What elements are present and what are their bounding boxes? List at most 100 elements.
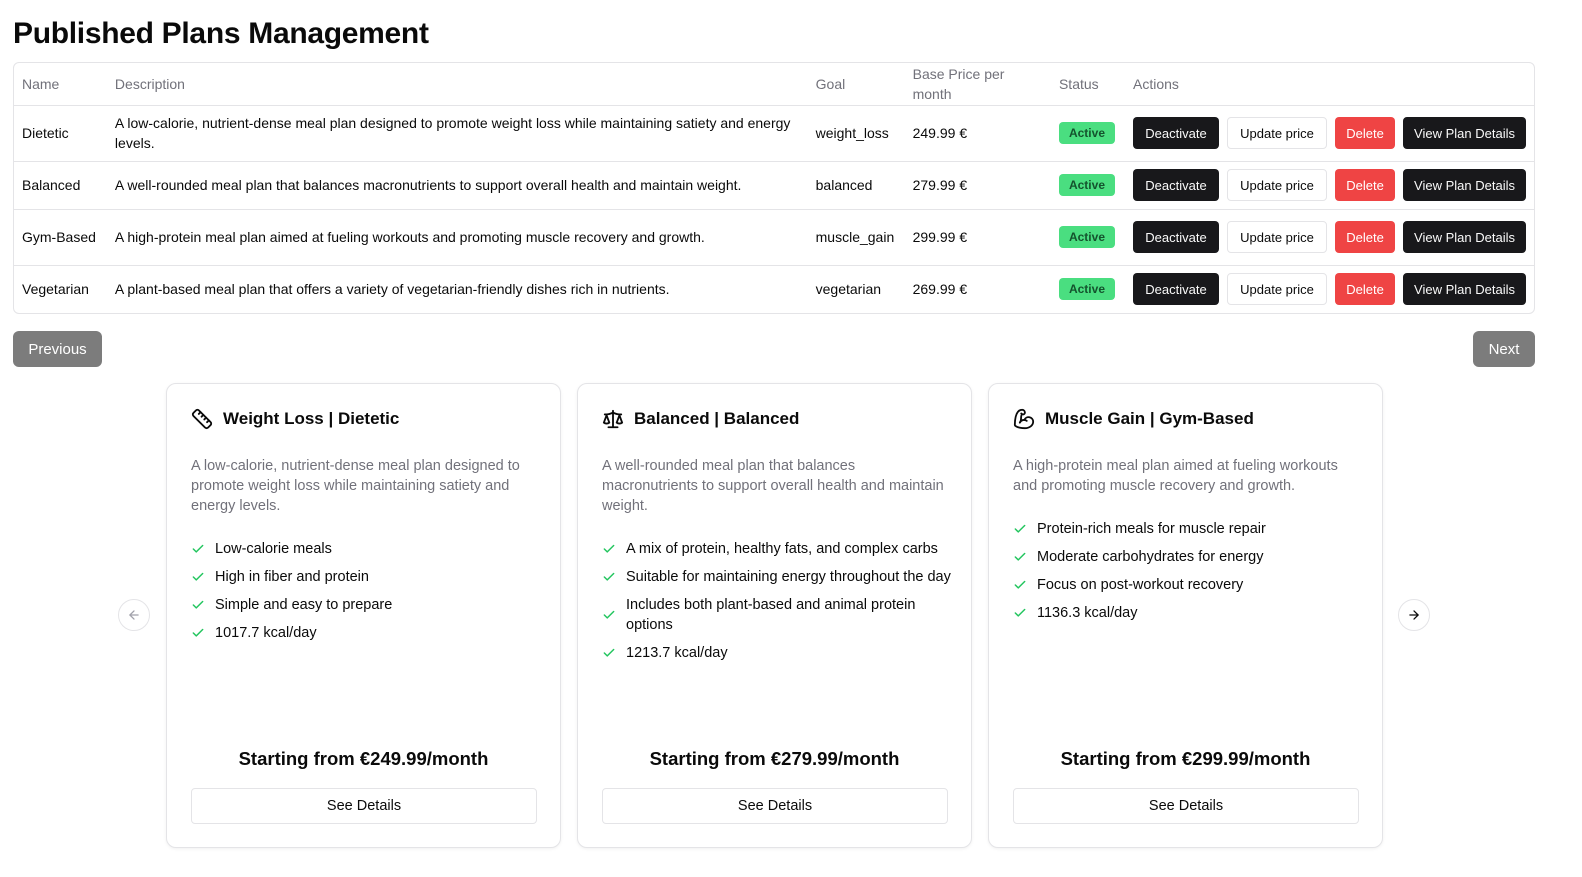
view-plan-details-button[interactable]: View Plan Details bbox=[1403, 221, 1526, 253]
carousel-next-button[interactable] bbox=[1398, 599, 1430, 631]
header-name: Name bbox=[22, 75, 60, 92]
card-header: Balanced | Balanced bbox=[602, 408, 799, 430]
status-badge: Active bbox=[1058, 226, 1115, 248]
delete-button[interactable]: Delete bbox=[1335, 273, 1395, 306]
delete-button[interactable]: Delete bbox=[1335, 117, 1395, 149]
table-row: Gym-Based A high-protein meal plan aimed… bbox=[14, 209, 1534, 265]
header-status: Status bbox=[1058, 75, 1099, 92]
feature-text: 1136.3 kcal/day bbox=[1037, 605, 1138, 621]
feature-text: A mix of protein, healthy fats, and comp… bbox=[626, 541, 938, 557]
cell-goal: muscle_gain bbox=[815, 229, 895, 245]
card-description: A high-protein meal plan aimed at fuelin… bbox=[1013, 458, 1338, 494]
cell-goal: vegetarian bbox=[815, 281, 882, 298]
view-plan-details-button[interactable]: View Plan Details bbox=[1403, 273, 1526, 306]
cell-price: 249.99 € bbox=[912, 125, 968, 141]
update-price-button[interactable]: Update price bbox=[1227, 221, 1327, 253]
deactivate-button[interactable]: Deactivate bbox=[1133, 169, 1219, 201]
check-icon bbox=[1013, 522, 1027, 536]
feature-item: Moderate carbohydrates for energy bbox=[1013, 547, 1363, 567]
cell-goal: weight_loss bbox=[815, 125, 889, 141]
deactivate-button[interactable]: Deactivate bbox=[1133, 221, 1219, 253]
feature-text: 1213.7 kcal/day bbox=[626, 645, 728, 661]
plan-card: Balanced | Balanced A well-rounded meal … bbox=[577, 383, 972, 848]
check-icon bbox=[1013, 606, 1027, 620]
feature-item: Simple and easy to prepare bbox=[191, 595, 541, 615]
feature-list: A mix of protein, healthy fats, and comp… bbox=[602, 539, 952, 671]
previous-button[interactable]: Previous bbox=[13, 331, 102, 367]
card-description: A low-calorie, nutrient-dense meal plan … bbox=[191, 458, 520, 514]
feature-list: Low-calorie meals High in fiber and prot… bbox=[191, 539, 541, 651]
status-badge: Active bbox=[1058, 122, 1115, 144]
view-plan-details-button[interactable]: View Plan Details bbox=[1403, 117, 1526, 149]
see-details-button[interactable]: See Details bbox=[1013, 788, 1359, 824]
update-price-button[interactable]: Update price bbox=[1227, 117, 1327, 149]
cell-name: Dietetic bbox=[22, 125, 69, 141]
card-description: A well-rounded meal plan that balances m… bbox=[602, 458, 944, 514]
update-price-button[interactable]: Update price bbox=[1227, 273, 1327, 306]
check-icon bbox=[191, 626, 205, 640]
deactivate-button[interactable]: Deactivate bbox=[1133, 117, 1219, 149]
plan-card: Muscle Gain | Gym-Based A high-protein m… bbox=[988, 383, 1383, 848]
check-icon bbox=[191, 598, 205, 612]
view-plan-details-button[interactable]: View Plan Details bbox=[1403, 169, 1526, 201]
cell-name: Gym-Based bbox=[22, 229, 96, 245]
update-price-button[interactable]: Update price bbox=[1227, 169, 1327, 201]
plan-card: Weight Loss | Dietetic A low-calorie, nu… bbox=[166, 383, 561, 848]
feature-item: 1136.3 kcal/day bbox=[1013, 603, 1363, 623]
cell-goal: balanced bbox=[815, 177, 873, 193]
delete-button[interactable]: Delete bbox=[1335, 169, 1395, 201]
feature-item: A mix of protein, healthy fats, and comp… bbox=[602, 539, 952, 559]
feature-text: Low-calorie meals bbox=[215, 541, 332, 557]
check-icon bbox=[1013, 550, 1027, 564]
page-title: Published Plans Management bbox=[13, 17, 429, 50]
check-icon bbox=[602, 542, 616, 556]
deactivate-button[interactable]: Deactivate bbox=[1133, 273, 1219, 306]
check-icon bbox=[191, 570, 205, 584]
check-icon bbox=[602, 570, 616, 584]
card-title: Muscle Gain | Gym-Based bbox=[1045, 409, 1254, 428]
status-badge: Active bbox=[1058, 174, 1115, 196]
carousel-prev-button[interactable] bbox=[118, 599, 150, 631]
status-badge: Active bbox=[1058, 278, 1115, 301]
feature-text: 1017.7 kcal/day bbox=[215, 625, 317, 641]
feature-item: Includes both plant-based and animal pro… bbox=[602, 595, 952, 635]
cell-description: A high-protein meal plan aimed at fuelin… bbox=[114, 229, 705, 245]
feature-list: Protein-rich meals for muscle repair Mod… bbox=[1013, 519, 1363, 631]
plans-table: Name Description Goal Base Price per mon… bbox=[13, 62, 1535, 314]
cell-name: Balanced bbox=[22, 177, 81, 193]
card-price: Starting from €299.99/month bbox=[1060, 748, 1311, 769]
feature-text: Suitable for maintaining energy througho… bbox=[626, 569, 951, 585]
see-details-button[interactable]: See Details bbox=[191, 788, 537, 824]
cell-price: 279.99 € bbox=[912, 177, 968, 193]
card-title: Weight Loss | Dietetic bbox=[223, 409, 400, 428]
check-icon bbox=[191, 542, 205, 556]
delete-button[interactable]: Delete bbox=[1335, 221, 1395, 253]
header-description: Description bbox=[114, 75, 185, 92]
biceps-icon bbox=[1013, 408, 1035, 430]
card-price: Starting from €279.99/month bbox=[649, 748, 900, 769]
feature-item: High in fiber and protein bbox=[191, 567, 541, 587]
feature-text: Simple and easy to prepare bbox=[215, 597, 393, 613]
arrow-right-icon bbox=[1409, 610, 1419, 620]
scale-icon bbox=[602, 408, 624, 430]
header-price: Base Price per month bbox=[912, 65, 1005, 102]
cell-name: Vegetarian bbox=[22, 281, 89, 298]
card-title: Balanced | Balanced bbox=[634, 409, 800, 428]
cell-price: 299.99 € bbox=[912, 229, 968, 245]
feature-text: Moderate carbohydrates for energy bbox=[1037, 549, 1264, 565]
ruler-icon bbox=[191, 408, 213, 430]
check-icon bbox=[602, 646, 616, 660]
cell-description: A plant-based meal plan that offers a va… bbox=[114, 281, 670, 298]
cell-description: A low-calorie, nutrient-dense meal plan … bbox=[114, 115, 791, 151]
header-goal: Goal bbox=[815, 75, 846, 92]
feature-item: 1017.7 kcal/day bbox=[191, 623, 541, 643]
feature-item: Suitable for maintaining energy througho… bbox=[602, 567, 952, 587]
see-details-button[interactable]: See Details bbox=[602, 788, 948, 824]
feature-item: Focus on post-workout recovery bbox=[1013, 575, 1363, 595]
feature-item: Low-calorie meals bbox=[191, 539, 541, 559]
header-actions: Actions bbox=[1133, 75, 1179, 92]
next-button[interactable]: Next bbox=[1473, 331, 1535, 367]
card-header: Weight Loss | Dietetic bbox=[191, 408, 399, 430]
card-header: Muscle Gain | Gym-Based bbox=[1013, 408, 1254, 430]
check-icon bbox=[602, 608, 616, 622]
